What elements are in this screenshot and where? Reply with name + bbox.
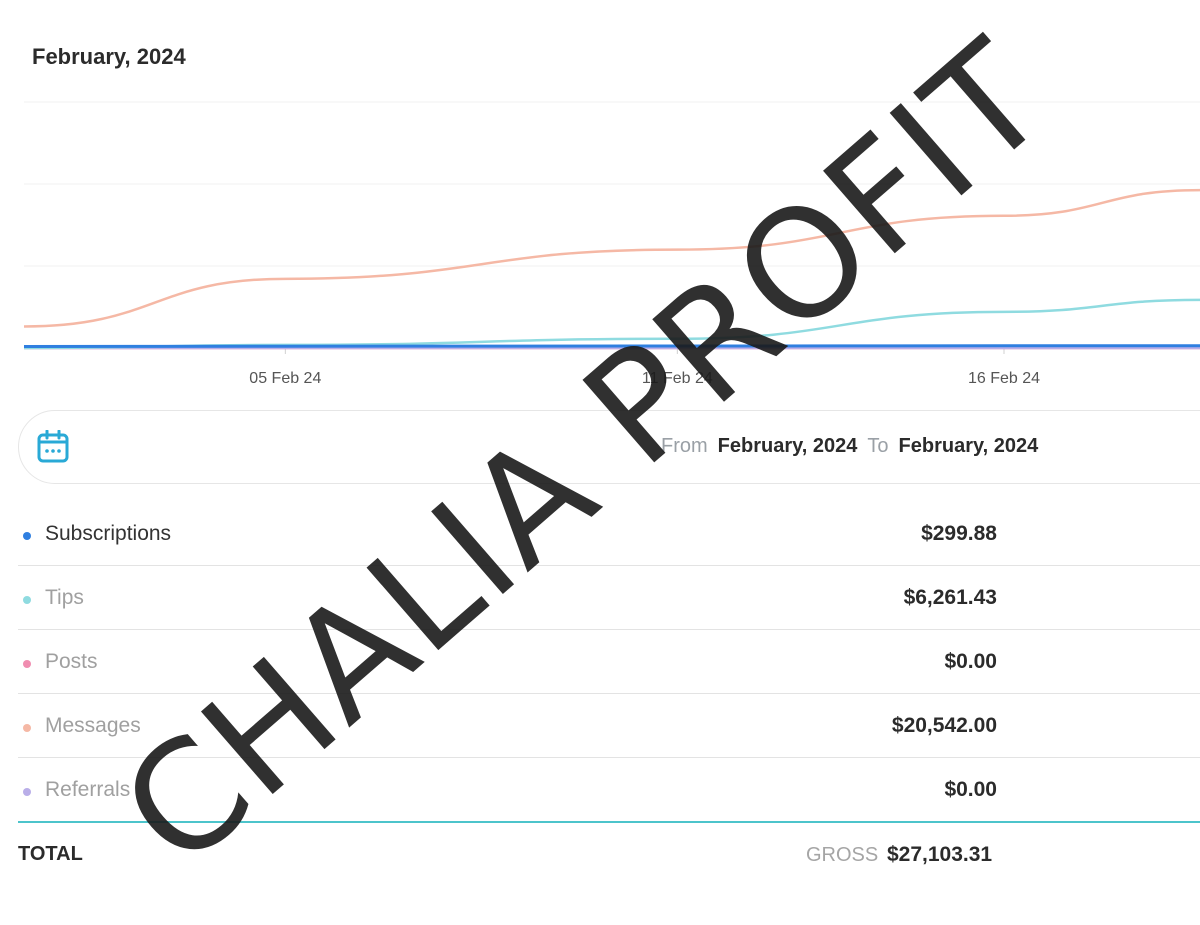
row-label: Subscriptions bbox=[45, 522, 172, 545]
row-label: Messages bbox=[45, 714, 141, 737]
earnings-row-posts[interactable]: Posts $0.00 bbox=[18, 630, 1200, 694]
page-title: February, 2024 bbox=[32, 44, 186, 69]
row-label: Referrals bbox=[45, 778, 131, 801]
to-value: February, 2024 bbox=[898, 435, 1039, 457]
from-label: From bbox=[661, 435, 708, 457]
row-amount: $20,542.00 bbox=[891, 714, 997, 737]
series-dot bbox=[23, 660, 31, 668]
row-amount: $0.00 bbox=[944, 778, 997, 801]
x-tick-label: 11 Feb 24 bbox=[642, 370, 713, 387]
earnings-chart: 05 Feb 24 11 Feb 24 16 Feb 24 bbox=[23, 101, 1200, 387]
row-amount: $299.88 bbox=[921, 522, 997, 545]
series-line-subscriptions bbox=[23, 344, 1200, 348]
x-tick-label: 05 Feb 24 bbox=[249, 370, 321, 387]
gross-amount: $27,103.31 bbox=[887, 843, 993, 866]
row-amount: $6,261.43 bbox=[903, 586, 997, 609]
row-amount: $0.00 bbox=[944, 650, 997, 673]
series-line-messages bbox=[23, 188, 1200, 328]
x-tick-label: 16 Feb 24 bbox=[968, 370, 1040, 387]
series-dot bbox=[23, 532, 31, 540]
to-label: To bbox=[867, 435, 889, 457]
from-value: February, 2024 bbox=[717, 435, 858, 457]
earnings-row-tips[interactable]: Tips $6,261.43 bbox=[18, 566, 1200, 630]
series-dot bbox=[23, 724, 31, 732]
series-dot bbox=[23, 596, 31, 604]
total-divider bbox=[18, 821, 1200, 823]
earnings-row-referrals[interactable]: Referrals $0.00 bbox=[18, 758, 1200, 822]
earnings-row-subscriptions[interactable]: Subscriptions $299.88 bbox=[18, 502, 1200, 566]
series-line-tips bbox=[23, 298, 1200, 350]
date-range-bar[interactable]: From February, 2024 To February, 2024 bbox=[18, 410, 1200, 484]
earnings-row-messages[interactable]: Messages $20,542.00 bbox=[18, 694, 1200, 758]
earnings-breakdown-list: Subscriptions $299.88 Tips $6,261.43 Pos… bbox=[18, 502, 1200, 822]
earnings-page: February, 2024 05 Feb 24 11 Feb 24 16 Feb … bbox=[0, 0, 1200, 925]
row-label: Posts bbox=[45, 650, 98, 673]
calendar-icon[interactable] bbox=[37, 430, 69, 464]
series-dot bbox=[23, 788, 31, 796]
gross-label: GROSS bbox=[806, 844, 879, 866]
row-label: Tips bbox=[45, 586, 84, 609]
total-label: TOTAL bbox=[18, 843, 83, 865]
date-range-text[interactable]: From February, 2024 To February, 2024 bbox=[661, 435, 1048, 458]
